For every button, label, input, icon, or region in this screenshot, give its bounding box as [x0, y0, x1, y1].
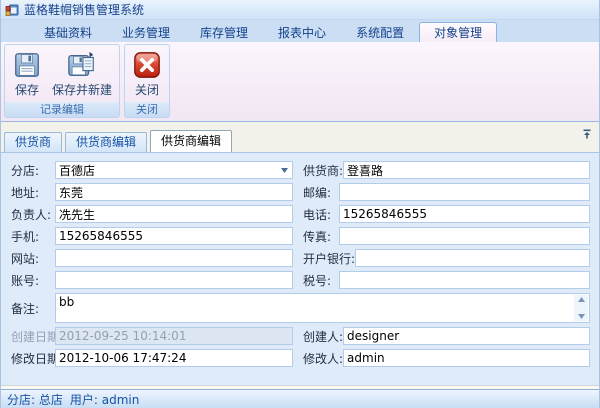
bank-input[interactable] [355, 249, 590, 267]
created-by-input[interactable] [343, 327, 590, 345]
branch-label: 分店: [1, 162, 55, 179]
app-icon [5, 3, 19, 17]
tax-no-input[interactable] [339, 271, 590, 289]
bank-label: 开户银行: [293, 250, 355, 267]
manager-input[interactable] [55, 205, 293, 223]
save-button-label: 保存 [15, 81, 39, 98]
doc-tab-supplier-list[interactable]: 供货商 [4, 132, 62, 152]
remark-label: 备注: [1, 300, 55, 317]
branch-combobox[interactable] [55, 161, 293, 179]
zipcode-input[interactable] [339, 183, 590, 201]
remark-scrollbar[interactable] [574, 295, 588, 321]
form-row-created: 创建日期: 创建人: [1, 327, 599, 345]
ribbon-group-record-edit: 保存 [4, 44, 120, 118]
close-icon [132, 50, 162, 80]
modified-by-input[interactable] [343, 349, 590, 367]
created-by-label: 创建人: [293, 328, 343, 345]
supplier-label: 供货商: [293, 162, 343, 179]
title-bar: 蓝格鞋帽销售管理系统 [1, 0, 599, 20]
form-row-address-zip: 地址: 邮编: [1, 183, 599, 201]
status-user: 用户: admin [70, 391, 139, 408]
form-row-branch-supplier: 分店: 供货商: [1, 161, 599, 179]
modified-by-label: 修改人: [293, 350, 343, 367]
tax-no-label: 税号: [293, 272, 339, 289]
collapse-pin-icon[interactable] [582, 128, 592, 142]
form-row-account-tax: 账号: 税号: [1, 271, 599, 289]
close-button-label: 关闭 [135, 81, 159, 98]
website-label: 网站: [1, 250, 55, 267]
address-label: 地址: [1, 184, 55, 201]
mobile-label: 手机: [1, 228, 55, 245]
save-icon [12, 50, 42, 80]
supplier-edit-form: 分店: 供货商: 地址: 邮编: 负责人: 电话: 手机: 传 [1, 152, 599, 385]
save-button[interactable]: 保存 [8, 47, 46, 99]
created-date-label: 创建日期: [1, 328, 55, 345]
ribbon-group-close: 关闭 关闭 [124, 44, 170, 118]
save-new-icon [67, 50, 97, 80]
scroll-down-icon[interactable] [578, 314, 585, 319]
ribbon-tab-strip: 基础资料 业务管理 库存管理 报表中心 系统配置 对象管理 [1, 20, 599, 42]
form-row-website-bank: 网站: 开户银行: [1, 249, 599, 267]
ribbon-content: 保存 [1, 42, 599, 122]
ribbon-tab-basic-data[interactable]: 基础资料 [29, 22, 107, 42]
mobile-input[interactable] [55, 227, 293, 245]
phone-label: 电话: [293, 206, 339, 223]
close-button[interactable]: 关闭 [128, 47, 166, 99]
app-window: 蓝格鞋帽销售管理系统 基础资料 业务管理 库存管理 报表中心 系统配置 对象管理 [0, 0, 600, 408]
account-input[interactable] [55, 271, 293, 289]
form-row-modified: 修改日期: 修改人: [1, 349, 599, 367]
document-tab-bar: 供货商 供货商编辑 供货商编辑 [1, 122, 599, 152]
phone-input[interactable] [339, 205, 590, 223]
scroll-up-icon[interactable] [578, 297, 585, 302]
fax-input[interactable] [339, 227, 590, 245]
ribbon-tab-object-mgmt[interactable]: 对象管理 [419, 22, 497, 42]
address-input[interactable] [55, 183, 293, 201]
ribbon-tab-inventory[interactable]: 库存管理 [185, 22, 263, 42]
ribbon-tab-reports[interactable]: 报表中心 [263, 22, 341, 42]
supplier-input[interactable] [343, 161, 590, 179]
window-title: 蓝格鞋帽销售管理系统 [24, 1, 144, 18]
doc-tab-supplier-edit-1[interactable]: 供货商编辑 [65, 132, 147, 152]
ribbon-group-caption-record-edit: 记录编辑 [5, 102, 119, 117]
status-branch: 分店: 总店 [7, 391, 63, 408]
manager-label: 负责人: [1, 206, 55, 223]
ribbon-group-caption-close: 关闭 [125, 102, 169, 117]
created-date-input [55, 327, 293, 345]
chevron-down-icon[interactable] [281, 168, 288, 173]
remark-textarea[interactable]: bb [55, 293, 590, 323]
save-and-new-button-label: 保存并新建 [52, 81, 112, 98]
doc-tab-supplier-edit-2[interactable]: 供货商编辑 [150, 130, 232, 152]
ribbon-tab-business[interactable]: 业务管理 [107, 22, 185, 42]
form-row-manager-phone: 负责人: 电话: [1, 205, 599, 223]
status-bar: 分店: 总店 用户: admin [1, 389, 599, 408]
save-and-new-button[interactable]: 保存并新建 [48, 47, 116, 99]
ribbon-tab-system-config[interactable]: 系统配置 [341, 22, 419, 42]
fax-label: 传真: [293, 228, 339, 245]
website-input[interactable] [55, 249, 293, 267]
account-label: 账号: [1, 272, 55, 289]
branch-input[interactable] [56, 162, 292, 178]
form-row-remark: 备注: bb [1, 293, 599, 323]
modified-date-label: 修改日期: [1, 350, 55, 367]
remark-text: bb [56, 294, 589, 309]
zipcode-label: 邮编: [293, 184, 339, 201]
form-row-mobile-fax: 手机: 传真: [1, 227, 599, 245]
modified-date-input[interactable] [55, 349, 293, 367]
